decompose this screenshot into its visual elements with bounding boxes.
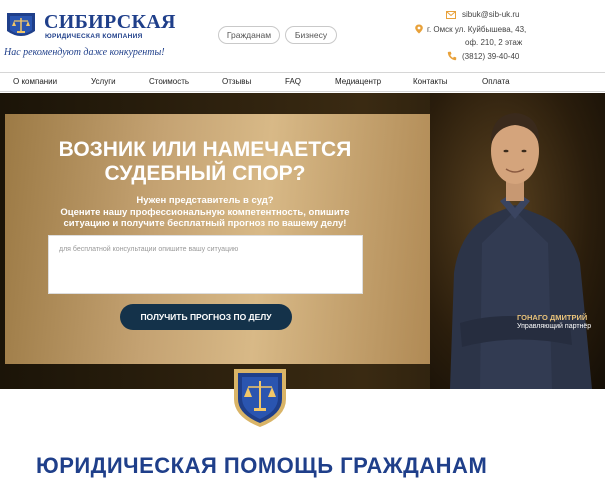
- phone-icon: [447, 51, 457, 61]
- nav-item-contacts[interactable]: Контакты: [413, 77, 448, 86]
- envelope-icon: [446, 11, 456, 19]
- shield-emblem-icon: [234, 369, 286, 427]
- situation-textarea[interactable]: [48, 235, 363, 294]
- hero-description-line1: Оцените нашу профессиональную компетентн…: [60, 207, 350, 218]
- hero-title: ВОЗНИК ИЛИ НАМЕЧАЕТСЯ СУДЕБНЫЙ СПОР?: [25, 138, 385, 186]
- hero-description-line2: ситуацию и получите бесплатный прогноз п…: [63, 218, 347, 229]
- logo-title: СИБИРСКАЯ: [44, 11, 176, 33]
- section-title: ЮРИДИЧЕСКАЯ ПОМОЩЬ ГРАЖДАНАМ: [36, 453, 488, 478]
- nav-item-media[interactable]: Медиацентр: [335, 77, 381, 86]
- logo-tagline: Нас рекомендуют даже конкуренты!: [4, 47, 165, 58]
- hero-description: Оцените нашу профессиональную компетентн…: [40, 207, 370, 229]
- partner-name: ГОНАГО ДМИТРИЙ: [517, 313, 588, 322]
- hero-question: Нужен представитель в суд?: [136, 195, 274, 206]
- audience-citizens-button[interactable]: Гражданам: [218, 26, 280, 44]
- logo-subtitle: ЮРИДИЧЕСКАЯ КОМПАНИЯ: [45, 33, 143, 40]
- logo[interactable]: СИБИРСКАЯ ЮРИДИЧЕСКАЯ КОМПАНИЯ Нас реком…: [4, 9, 175, 59]
- hero-banner: ГОНАГО ДМИТРИЙ Управляющий партнёр ВОЗНИ…: [0, 93, 605, 389]
- scales-emblem-icon: [7, 13, 35, 36]
- main-nav: О компании Услуги Стоимость Отзывы FAQ М…: [0, 72, 605, 92]
- contact-address-line1: г. Омск ул. Куйбышева, 43,: [427, 25, 527, 34]
- audience-business-button[interactable]: Бизнесу: [285, 26, 337, 44]
- site-header: СИБИРСКАЯ ЮРИДИЧЕСКАЯ КОМПАНИЯ Нас реком…: [0, 0, 605, 72]
- hero-title-line2: СУДЕБНЫЙ СПОР?: [104, 162, 306, 185]
- get-forecast-button[interactable]: ПОЛУЧИТЬ ПРОГНОЗ ПО ДЕЛУ: [120, 304, 292, 330]
- nav-item-services[interactable]: Услуги: [91, 77, 116, 86]
- location-pin-icon: [415, 24, 423, 34]
- nav-item-reviews[interactable]: Отзывы: [222, 77, 251, 86]
- nav-item-payment[interactable]: Оплата: [482, 77, 510, 86]
- contact-phone[interactable]: (3812) 39-40-40: [462, 52, 519, 61]
- partner-photo: [450, 113, 592, 389]
- nav-item-faq[interactable]: FAQ: [285, 77, 301, 86]
- nav-item-about[interactable]: О компании: [13, 77, 57, 86]
- nav-item-pricing[interactable]: Стоимость: [149, 77, 189, 86]
- partner-role: Управляющий партнёр: [517, 323, 592, 330]
- hero-title-line1: ВОЗНИК ИЛИ НАМЕЧАЕТСЯ: [58, 138, 352, 161]
- contact-address-line2: оф. 210, 2 этаж: [465, 38, 523, 47]
- contact-email[interactable]: sibuk@sib-uk.ru: [462, 10, 519, 19]
